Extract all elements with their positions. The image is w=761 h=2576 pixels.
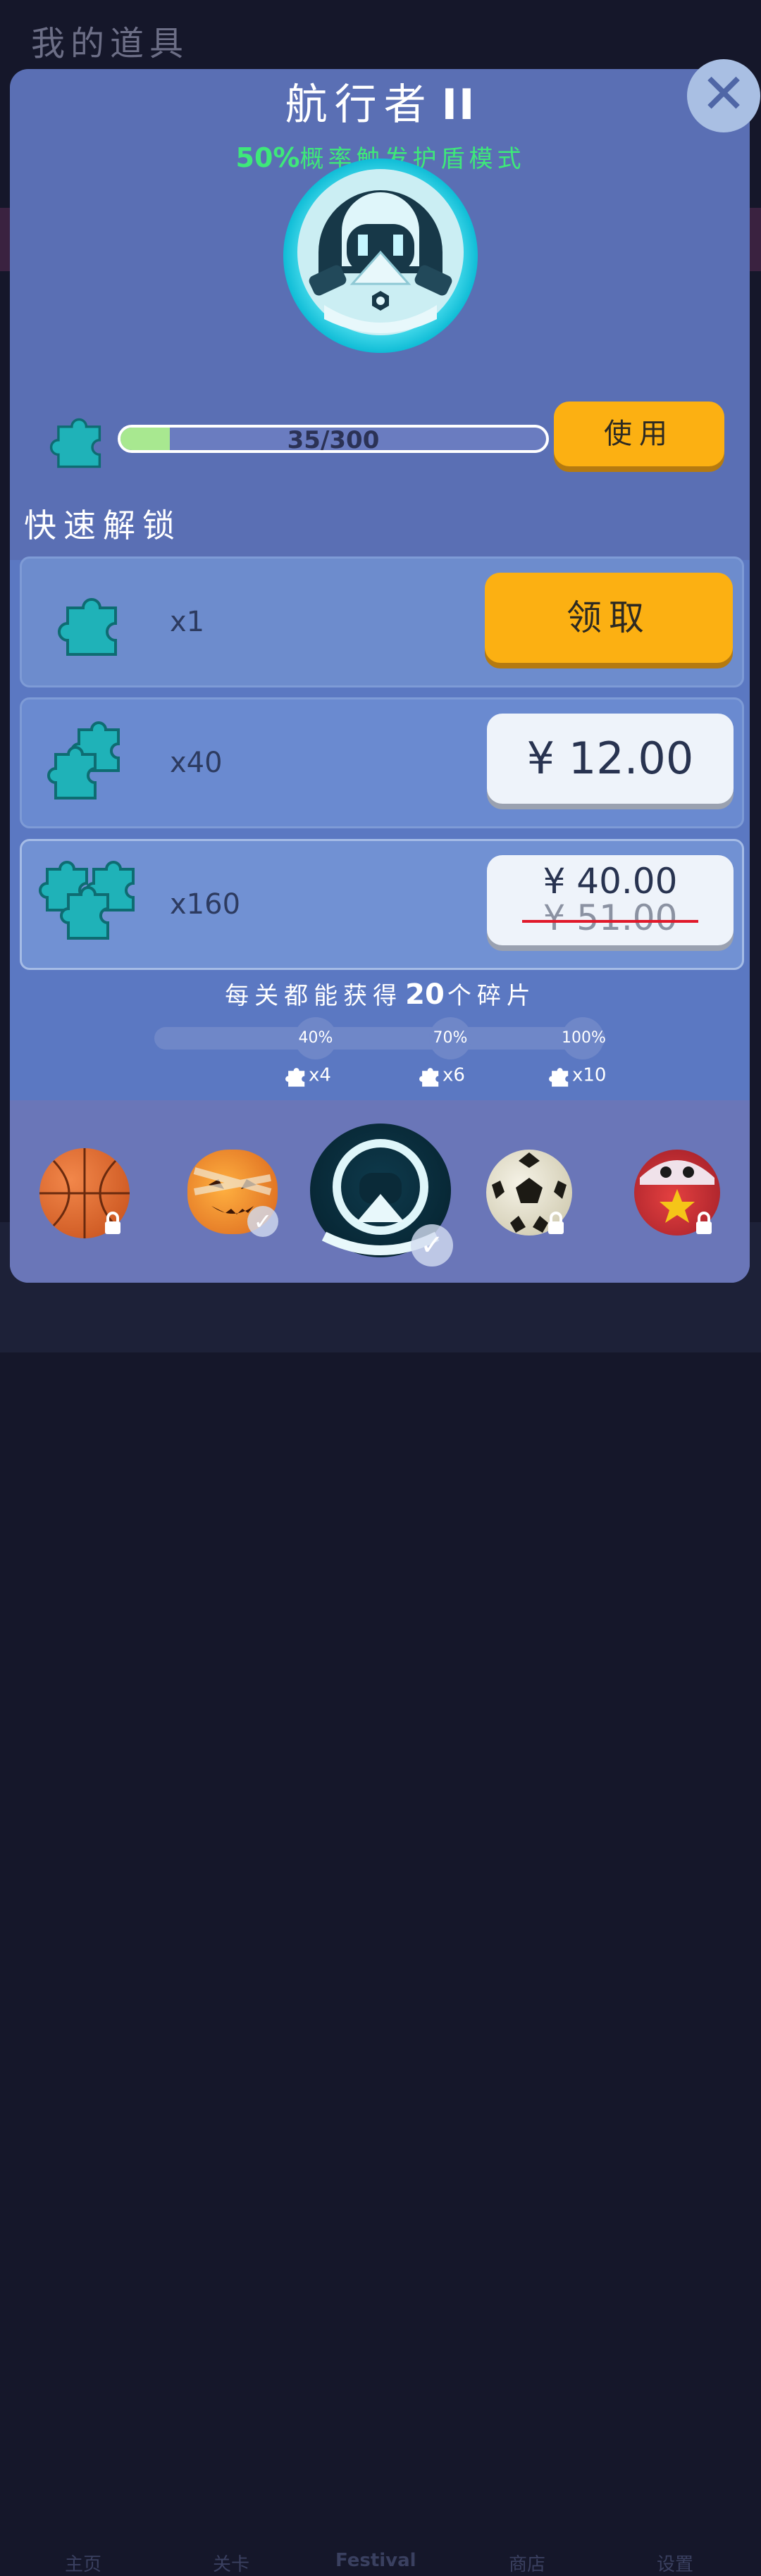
owned-check-icon: ✓: [247, 1206, 278, 1237]
sale-price: ¥ 40.00: [543, 861, 678, 902]
lock-icon: [696, 1212, 712, 1234]
claim-button[interactable]: 领取: [485, 573, 733, 663]
screen-title: 我的道具: [31, 24, 190, 63]
milestone-reward-70: x6: [419, 1064, 465, 1088]
use-button[interactable]: 使用: [554, 402, 724, 466]
close-icon: ✕: [700, 63, 747, 126]
milestone-track: [154, 1027, 605, 1050]
buy-160-button[interactable]: ¥ 40.00 ¥ 51.00: [487, 855, 734, 945]
puzzle-stack-icon: [47, 721, 120, 799]
offer-qty: x40: [170, 747, 223, 779]
puzzle-piece-icon: [49, 418, 101, 468]
milestone-reward-40: x4: [285, 1064, 331, 1088]
nav-home[interactable]: 主页: [65, 2550, 101, 2576]
lock-icon: [105, 1212, 120, 1234]
lock-icon: [548, 1212, 564, 1234]
skin-title: 航行者 II: [285, 80, 476, 130]
milestone-reward-100: x10: [548, 1064, 606, 1088]
milestone-40: 40%: [295, 1017, 337, 1059]
milestone-100: 100%: [562, 1017, 606, 1059]
fragment-progress-bar: 35/300: [118, 425, 549, 453]
puzzle-piece-icon: [419, 1068, 439, 1087]
selected-check-icon: ✓: [411, 1224, 453, 1267]
puzzle-piece-icon: [549, 1068, 569, 1087]
voyager-skin-image: [283, 158, 478, 353]
offer-card-1: x1 领取: [20, 556, 744, 687]
nav-festival[interactable]: Festival: [335, 2550, 416, 2571]
fragments-per-level-text: 每关都能获得 20 个碎片: [225, 978, 536, 1011]
puzzle-pile-icon: [39, 861, 135, 940]
buy-40-button[interactable]: ¥ 12.00: [487, 714, 734, 804]
original-price: ¥ 51.00: [521, 897, 699, 938]
quick-unlock-label: 快速解锁: [24, 506, 182, 545]
offer-card-3: x160 ¥ 40.00 ¥ 51.00: [20, 839, 744, 970]
puzzle-piece-icon: [285, 1068, 305, 1087]
offer-qty: x1: [170, 606, 205, 638]
nav-levels[interactable]: 关卡: [213, 2550, 249, 2576]
puzzle-piece-icon: [58, 598, 117, 656]
offer-qty: x160: [170, 888, 241, 921]
fragment-progress-row: 35/300 使用: [0, 402, 761, 479]
milestone-70: 70%: [429, 1017, 471, 1059]
close-button[interactable]: ✕: [687, 59, 760, 132]
nav-shop[interactable]: 商店: [509, 2550, 545, 2576]
offer-card-2: x40 ¥ 12.00: [20, 697, 744, 828]
nav-settings[interactable]: 设置: [657, 2550, 693, 2576]
progress-text: 35/300: [287, 426, 380, 453]
